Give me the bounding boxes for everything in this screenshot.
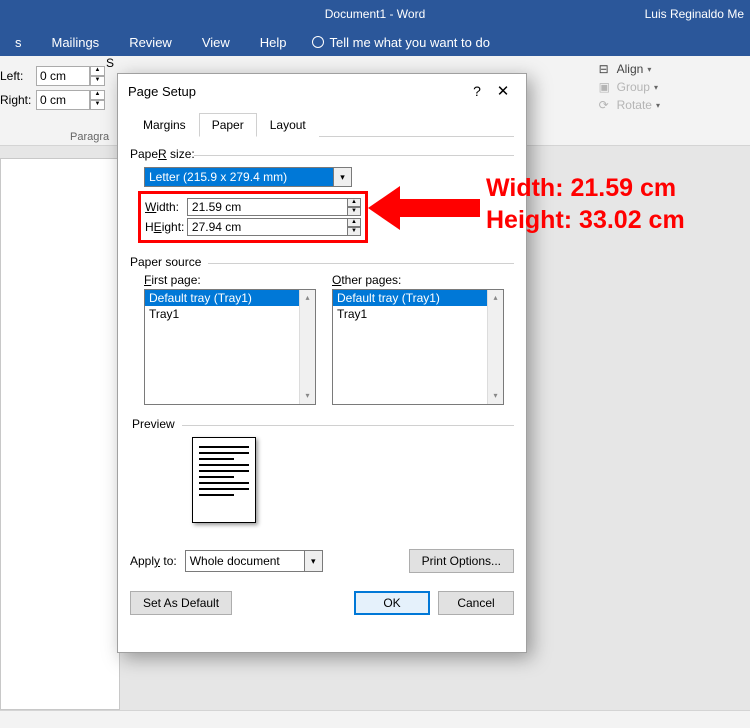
tell-me-label: Tell me what you want to do [330,35,490,50]
height-input[interactable] [187,218,348,236]
width-input[interactable] [187,198,348,216]
print-options-button[interactable]: Print Options... [409,549,514,573]
ribbon-tabs: s Mailings Review View Help Tell me what… [0,28,750,56]
ribbon-tab-help[interactable]: Help [245,35,302,50]
indent-right-spinner[interactable]: ▲▼ [90,90,105,110]
list-item[interactable]: Default tray (Tray1) [333,290,503,306]
group-icon: ▣ [599,80,613,94]
indent-group: Left: ▲▼ Right: ▲▼ [0,66,105,114]
apply-to-label: Apply to: [130,554,177,568]
ribbon-tab[interactable]: s [0,35,37,50]
first-page-label: First page: [144,273,316,287]
ribbon-tab-view[interactable]: View [187,35,245,50]
ribbon-tab-review[interactable]: Review [114,35,187,50]
dialog-tabs: Margins Paper Layout [130,112,514,137]
paper-source-label: Paper source [130,255,514,269]
other-pages-listbox[interactable]: Default tray (Tray1) Tray1 ▴▾ [332,289,504,405]
lightbulb-icon [312,36,324,48]
apply-to-dropdown-button[interactable]: ▾ [305,550,323,572]
list-item[interactable]: Default tray (Tray1) [145,290,315,306]
dialog-titlebar: Page Setup ? ✕ [118,74,526,108]
close-button[interactable]: ✕ [490,82,516,100]
paper-size-select[interactable]: Letter (215.9 x 279.4 mm) [144,167,334,187]
spacing-partial-label: S [106,56,114,70]
cancel-button[interactable]: Cancel [438,591,514,615]
rotate-menu[interactable]: ⟳Rotate▾ [599,98,660,112]
chevron-down-icon: ▾ [656,101,660,110]
preview-page [192,437,256,523]
list-item[interactable]: Tray1 [333,306,503,322]
paragraph-group-label: Paragra [70,131,109,143]
indent-left-label: Left: [0,69,36,83]
indent-right-label: Right: [0,93,36,107]
rotate-icon: ⟳ [599,98,613,112]
height-label: HEight: [145,220,187,234]
status-bar [0,710,750,728]
apply-to-select[interactable]: Whole document [185,550,305,572]
list-item[interactable]: Tray1 [145,306,315,322]
width-spinner[interactable]: ▲▼ [348,198,361,216]
paper-size-dropdown-button[interactable]: ▾ [334,167,352,187]
tab-layout[interactable]: Layout [257,113,319,137]
ok-button[interactable]: OK [354,591,430,615]
height-spinner[interactable]: ▲▼ [348,218,361,236]
help-button[interactable]: ? [464,83,490,99]
group-menu[interactable]: ▣Group▾ [599,80,660,94]
tab-paper[interactable]: Paper [199,113,257,137]
page-setup-dialog: Page Setup ? ✕ Margins Paper Layout Pape… [117,73,527,653]
set-as-default-button[interactable]: Set As Default [130,591,232,615]
tell-me[interactable]: Tell me what you want to do [312,35,490,50]
annotation-highlight-box: Width: ▲▼ HEight: ▲▼ [138,191,368,243]
scrollbar[interactable]: ▴▾ [299,290,315,404]
indent-left-input[interactable] [36,66,90,86]
user-name: Luis Reginaldo Me [645,7,744,21]
other-pages-label: Other pages: [332,273,504,287]
width-label: Width: [145,200,187,214]
dialog-title: Page Setup [128,84,196,99]
align-menu[interactable]: ⊟Align▾ [599,62,660,76]
document-title: Document1 - Word [325,7,425,21]
indent-left-spinner[interactable]: ▲▼ [90,66,105,86]
chevron-down-icon: ▾ [654,83,658,92]
preview-label: Preview [132,417,514,431]
ribbon-tab-mailings[interactable]: Mailings [37,35,115,50]
tab-margins[interactable]: Margins [130,113,199,137]
chevron-down-icon: ▾ [647,65,651,74]
paper-size-label: PapeR size: [130,147,514,161]
title-bar: Document1 - Word Luis Reginaldo Me [0,0,750,28]
align-icon: ⊟ [599,62,613,76]
indent-right-input[interactable] [36,90,90,110]
first-page-listbox[interactable]: Default tray (Tray1) Tray1 ▴▾ [144,289,316,405]
arrange-group: ⊟Align▾ ▣Group▾ ⟳Rotate▾ [599,62,660,116]
scrollbar[interactable]: ▴▾ [487,290,503,404]
